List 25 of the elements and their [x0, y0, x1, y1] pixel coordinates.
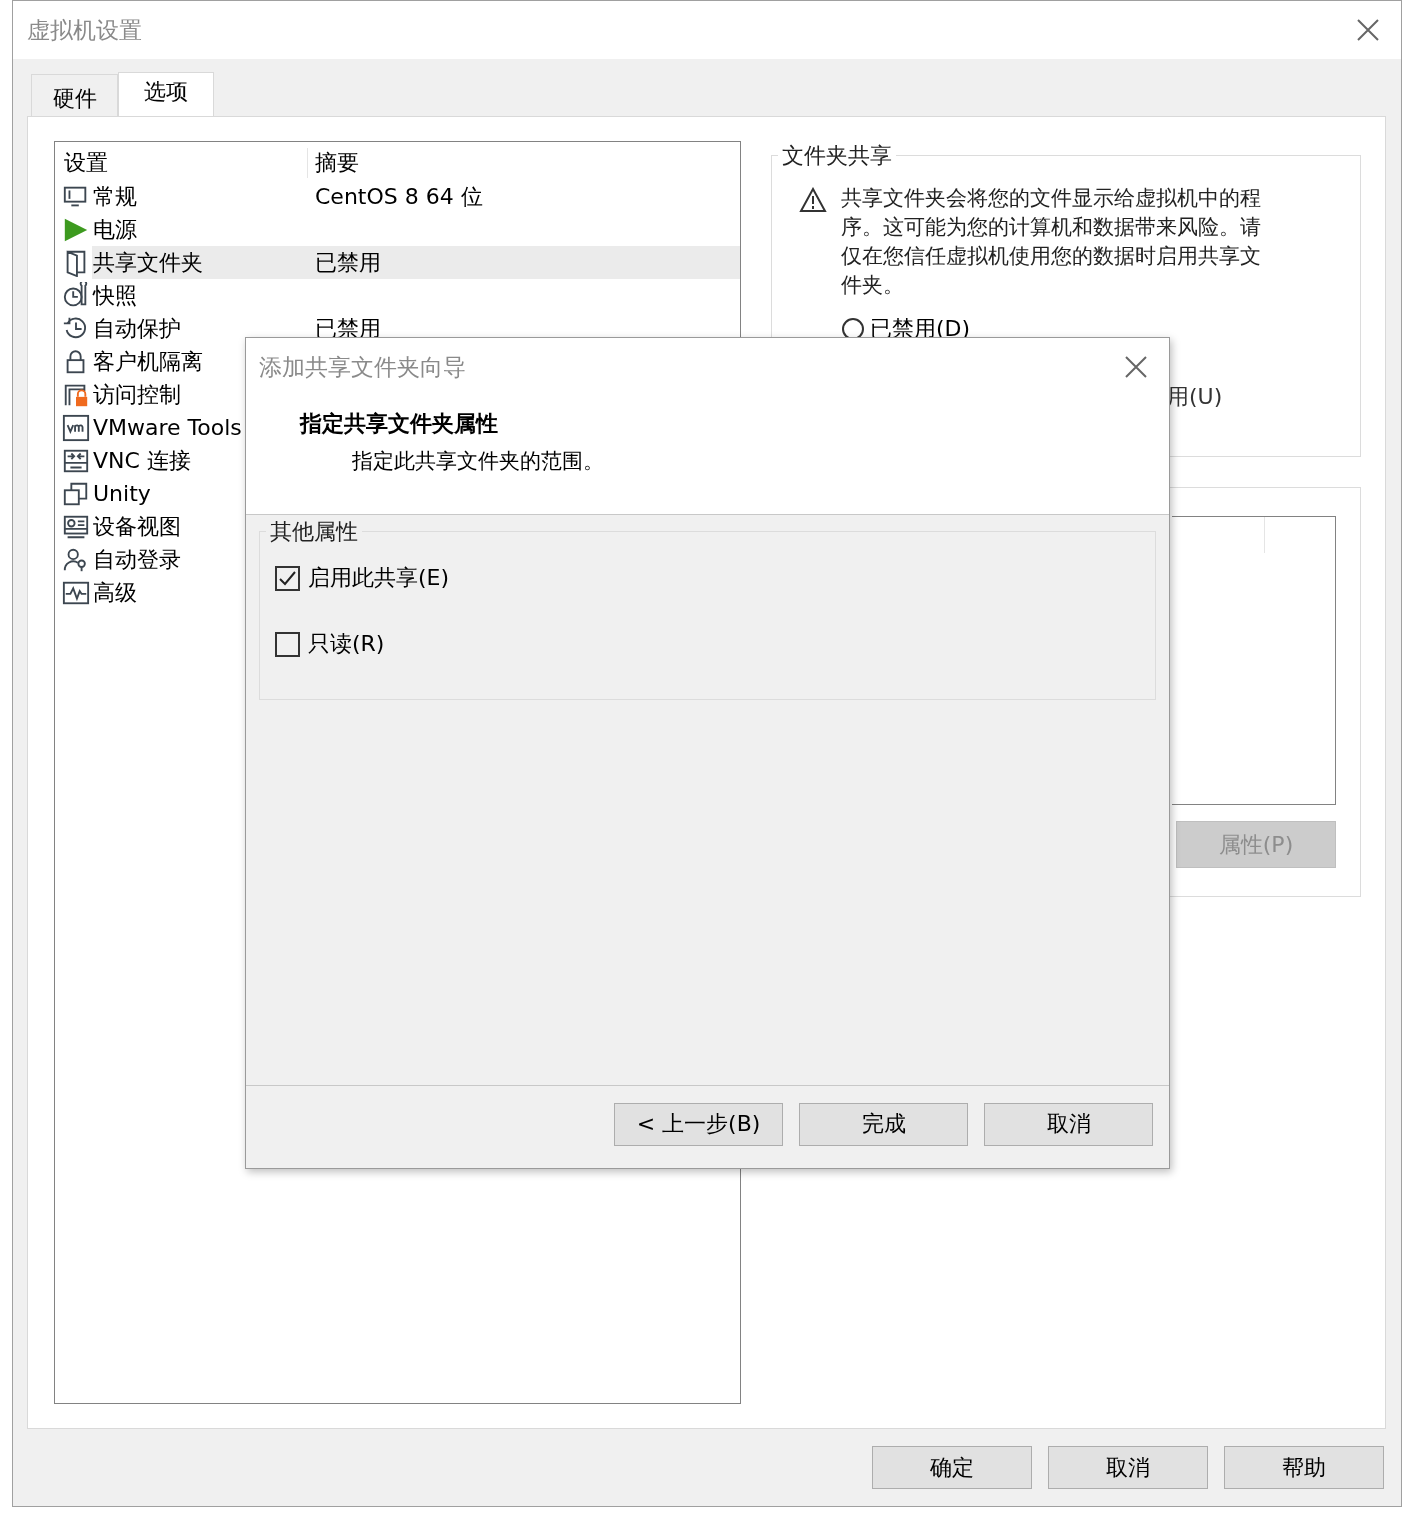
column-header: 摘要 — [307, 148, 359, 178]
checkbox-label: 只读(R) — [308, 630, 385, 658]
setting-name: VMware Tools — [93, 415, 242, 440]
radio-label: 用(U) — [1167, 383, 1223, 411]
setting-name: 常规 — [93, 182, 137, 211]
setting-name: 访问控制 — [93, 380, 181, 409]
setting-name: 电源 — [93, 215, 137, 244]
setting-name: 快照 — [93, 281, 137, 310]
wizard-subheading: 指定此共享文件夹的范围。 — [352, 448, 605, 475]
setting-summary: CentOS 8 64 位 — [314, 182, 483, 211]
window-title: 虚拟机设置 — [27, 15, 142, 45]
column-header: 设置 — [63, 149, 109, 177]
setting-name: VNC 连接 — [93, 446, 191, 475]
wizard-title: 添加共享文件夹向导 — [259, 352, 466, 382]
setting-summary: 已禁用 — [314, 248, 381, 277]
wizard-heading: 指定共享文件夹属性 — [300, 410, 499, 438]
setting-name: 共享文件夹 — [93, 248, 203, 277]
setting-name: 自动登录 — [93, 545, 181, 574]
checkbox-label: 启用此共享(E) — [308, 564, 450, 592]
setting-name: 高级 — [93, 578, 137, 607]
setting-name: 设备视图 — [93, 512, 181, 541]
setting-name: 自动保护 — [93, 314, 181, 343]
warning-text: 共享文件夹会将您的文件显示给虚拟机中的程序。这可能为您的计算机和数据带来风险。请仅在您信任虚拟机使用您的数据时启用共享文件夹。 — [841, 185, 1262, 299]
setting-name: Unity — [93, 481, 151, 506]
setting-name: 客户机隔离 — [93, 347, 203, 376]
